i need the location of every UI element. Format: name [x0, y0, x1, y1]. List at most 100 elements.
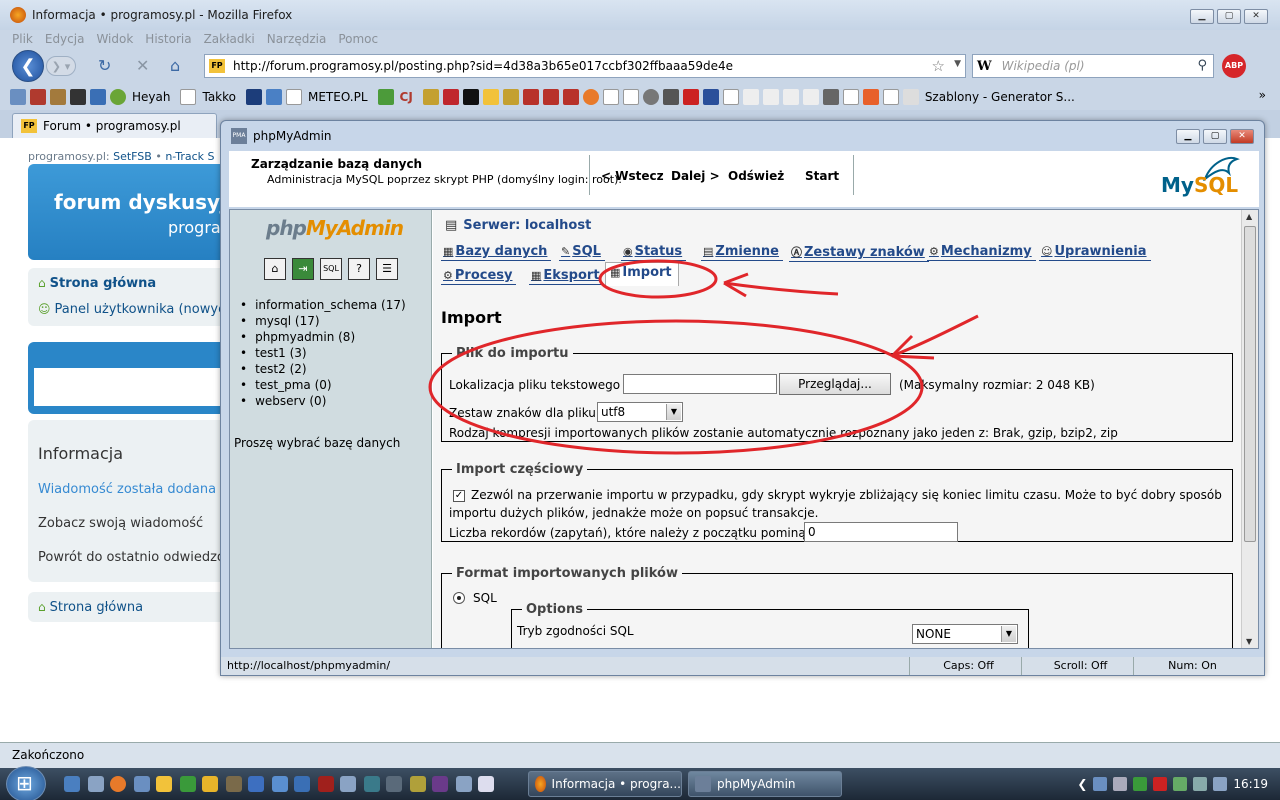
bookmark-icon[interactable] — [502, 89, 519, 105]
db-test-pma[interactable]: test_pma (0) — [240, 378, 406, 394]
home-link-row-bottom[interactable]: ⌂ Strona główna — [28, 594, 228, 620]
tray-icon[interactable] — [1093, 777, 1108, 791]
bookmark-icon[interactable] — [70, 89, 86, 105]
app-icon[interactable] — [226, 776, 242, 792]
back-link[interactable]: Powrót do ostatnio odwiedzo — [38, 550, 225, 565]
app-icon[interactable] — [456, 776, 472, 792]
bookmark-icon[interactable] — [522, 89, 539, 105]
bookmark-icon[interactable] — [265, 89, 282, 105]
start-button[interactable]: Start — [805, 169, 839, 183]
tray-icon[interactable] — [1173, 777, 1188, 791]
bookmark-icon[interactable] — [862, 89, 879, 105]
tray-icon[interactable] — [1153, 777, 1168, 791]
firefox-quicklaunch-icon[interactable] — [110, 776, 126, 792]
bookmark-icon[interactable] — [562, 89, 579, 105]
star-bookmark-icon[interactable] — [782, 89, 799, 105]
bookmark-star-icon[interactable]: ☆ — [932, 57, 945, 75]
menu-historia[interactable]: Historia — [145, 32, 191, 46]
tab-charsets[interactable]: Ⓐ Zestawy znaków — [789, 244, 929, 262]
db-webserv[interactable]: webserv (0) — [240, 394, 406, 410]
taskbar-phpmyadmin-window[interactable]: phpMyAdmin — [688, 771, 842, 797]
tab-forum[interactable]: FP Forum • programosy.pl — [12, 113, 217, 138]
url-text[interactable]: http://forum.programosy.pl/posting.php?s… — [233, 59, 733, 73]
allow-interrupt-checkbox[interactable]: ✓ — [453, 490, 465, 502]
menu-edycja[interactable]: Edycja — [45, 32, 85, 46]
sql-compat-select[interactable]: NONE ▼ — [912, 624, 1018, 644]
home-link-row[interactable]: ⌂ Strona główna — [28, 270, 228, 296]
back-button[interactable]: < Wstecz — [601, 169, 664, 183]
bookmark-icon[interactable] — [682, 89, 699, 105]
star-bookmark-icon[interactable] — [742, 89, 759, 105]
db-information-schema[interactable]: information_schema (17) — [240, 298, 406, 314]
app-icon[interactable] — [180, 776, 196, 792]
minimize-icon[interactable]: ▁ — [1176, 129, 1200, 144]
app-icon[interactable] — [272, 776, 288, 792]
db-test2[interactable]: test2 (2) — [240, 362, 406, 378]
adblock-icon[interactable]: ABP — [1222, 54, 1246, 78]
tab-privileges[interactable]: ☺ Uprawnienia — [1039, 244, 1151, 261]
db-test1[interactable]: test1 (3) — [240, 346, 406, 362]
clock[interactable]: 16:19 — [1233, 777, 1268, 791]
exit-icon[interactable]: ⇥ — [292, 258, 314, 280]
app-icon[interactable] — [134, 776, 150, 792]
charset-select[interactable]: utf8 ▼ — [597, 402, 683, 422]
bookmark-heyah[interactable]: Heyah — [132, 90, 170, 104]
stop-icon[interactable]: ✕ — [136, 56, 149, 75]
app-icon[interactable] — [410, 776, 426, 792]
phpmyadmin-logo[interactable]: phpMyAdmin — [266, 216, 404, 240]
app-icon[interactable] — [478, 776, 494, 792]
bookmark-icon[interactable] — [702, 89, 719, 105]
app-icon[interactable] — [318, 776, 334, 792]
star-bookmark-icon[interactable] — [762, 89, 779, 105]
back-button[interactable]: ❮ — [12, 50, 44, 82]
star-bookmark-icon[interactable] — [802, 89, 819, 105]
volume-icon[interactable] — [1213, 777, 1228, 791]
url-bar[interactable]: FP http://forum.programosy.pl/posting.ph… — [204, 54, 966, 78]
format-sql-radio[interactable] — [453, 592, 465, 604]
tab-import[interactable]: ▦ Import — [605, 262, 679, 286]
help-icon[interactable]: ? — [348, 258, 370, 280]
tab-status[interactable]: ◉ Status — [621, 244, 687, 261]
forward-button[interactable]: ❯ ▾ — [46, 56, 76, 76]
explorer-icon[interactable] — [88, 776, 104, 792]
menu-plik[interactable]: Plik — [12, 32, 33, 46]
page-icon[interactable] — [882, 89, 899, 105]
bookmark-icon[interactable] — [442, 89, 459, 105]
bookmark-icon[interactable] — [642, 89, 659, 105]
page-icon[interactable] — [622, 89, 639, 105]
refresh-button[interactable]: Odśwież — [728, 169, 784, 183]
bookmark-icon[interactable] — [110, 89, 126, 105]
tab-databases[interactable]: ▦ Bazy danych — [441, 244, 552, 261]
search-bar[interactable]: W Wikipedia (pl) ⚲ — [972, 54, 1214, 78]
page-icon[interactable] — [722, 89, 739, 105]
reload-icon[interactable]: ↻ — [98, 56, 111, 75]
menu-narzedzia[interactable]: Narzędzia — [267, 32, 327, 46]
close-icon[interactable]: ✕ — [1230, 129, 1254, 144]
tab-variables[interactable]: ▤ Zmienne — [701, 244, 783, 261]
tray-icon[interactable] — [1133, 777, 1148, 791]
menu-widok[interactable]: Widok — [96, 32, 133, 46]
start-button[interactable] — [6, 766, 46, 800]
bookmark-icon[interactable] — [462, 89, 479, 105]
tab-processes[interactable]: ⚙ Procesy — [441, 268, 517, 285]
bookmark-icon[interactable] — [902, 89, 919, 105]
crumb-link-ntrack[interactable]: n-Track S — [165, 150, 214, 163]
bookmark-icon[interactable] — [377, 89, 394, 105]
next-button[interactable]: Dalej > — [671, 169, 720, 183]
bookmark-cj[interactable]: CJ — [400, 90, 413, 104]
menu-zakladki[interactable]: Zakładki — [204, 32, 255, 46]
app-icon[interactable] — [432, 776, 448, 792]
home-icon[interactable]: ⌂ — [264, 258, 286, 280]
page-icon[interactable] — [842, 89, 859, 105]
db-mysql[interactable]: mysql (17) — [240, 314, 406, 330]
app-icon[interactable] — [202, 776, 218, 792]
bookmark-icon[interactable] — [662, 89, 679, 105]
minimize-icon[interactable]: ▁ — [1190, 9, 1214, 24]
file-location-input[interactable] — [623, 374, 777, 394]
bookmark-icon[interactable] — [822, 89, 839, 105]
home-icon[interactable]: ⌂ — [170, 56, 180, 75]
bookmark-icon[interactable] — [542, 89, 559, 105]
app-icon[interactable] — [156, 776, 172, 792]
bookmark-szablony[interactable]: Szablony - Generator S... — [925, 90, 1075, 104]
page-icon[interactable] — [180, 89, 197, 105]
